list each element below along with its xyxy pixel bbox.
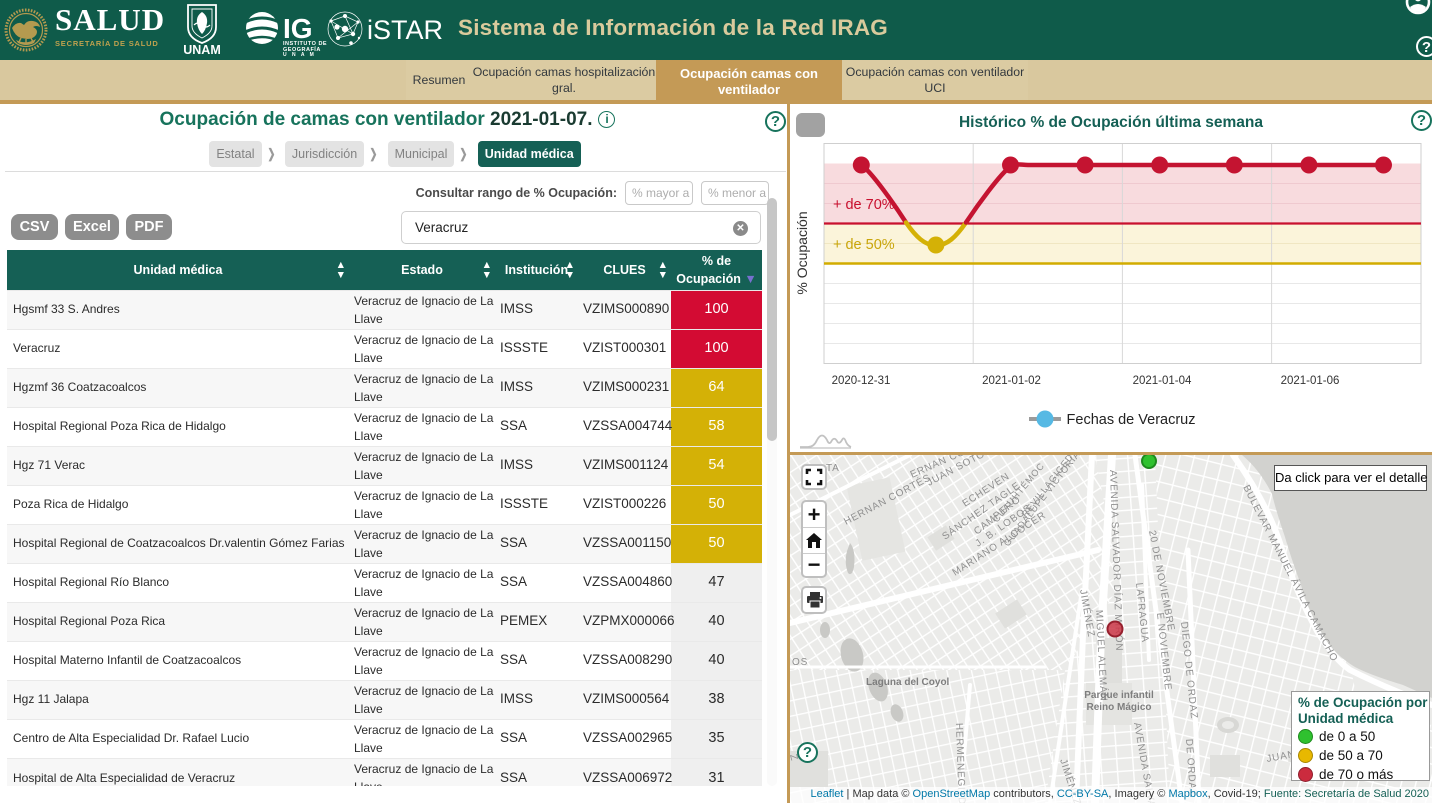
svg-text:iSTAR: iSTAR <box>367 15 443 45</box>
svg-text:+ de 70%: + de 70% <box>833 197 895 213</box>
svg-text:2021-01-04: 2021-01-04 <box>1133 375 1192 387</box>
svg-text:IG: IG <box>283 13 313 44</box>
svg-text:+ de 50%: + de 50% <box>833 237 895 253</box>
svg-text:2021-01-02: 2021-01-02 <box>982 375 1041 387</box>
svg-text:Parque infantil: Parque infantil <box>1084 690 1154 701</box>
svg-text:Reino Mágico: Reino Mágico <box>1086 702 1151 713</box>
svg-text:U N A M: U N A M <box>283 52 316 56</box>
svg-text:TA: TA <box>826 463 840 474</box>
svg-text:OS: OS <box>792 657 808 668</box>
svg-text:2021-01-06: 2021-01-06 <box>1281 375 1340 387</box>
svg-text:% Ocupación: % Ocupación <box>794 211 810 294</box>
svg-text:UNAM: UNAM <box>184 43 220 55</box>
svg-text:Laguna del Coyol: Laguna del Coyol <box>866 677 950 688</box>
svg-text:2020-12-31: 2020-12-31 <box>832 375 891 387</box>
